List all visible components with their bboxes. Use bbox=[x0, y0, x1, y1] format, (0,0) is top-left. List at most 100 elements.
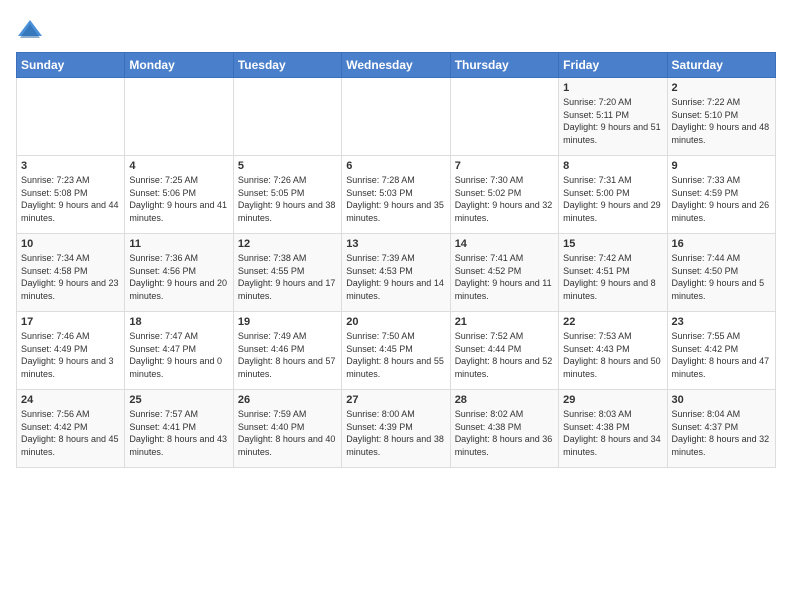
day-number: 30 bbox=[672, 394, 771, 406]
header-sunday: Sunday bbox=[17, 53, 125, 78]
day-number: 16 bbox=[672, 238, 771, 250]
week-row-1: 1Sunrise: 7:20 AM Sunset: 5:11 PM Daylig… bbox=[17, 78, 776, 156]
day-number: 19 bbox=[238, 316, 337, 328]
day-info: Sunrise: 7:31 AM Sunset: 5:00 PM Dayligh… bbox=[563, 174, 662, 224]
day-number: 25 bbox=[129, 394, 228, 406]
logo bbox=[16, 16, 48, 44]
logo-icon bbox=[16, 16, 44, 44]
day-info: Sunrise: 7:53 AM Sunset: 4:43 PM Dayligh… bbox=[563, 330, 662, 380]
day-number: 18 bbox=[129, 316, 228, 328]
day-info: Sunrise: 7:41 AM Sunset: 4:52 PM Dayligh… bbox=[455, 252, 554, 302]
day-cell: 26 Sunrise: 7:59 AM Sunset: 4:40 PM Dayli… bbox=[233, 390, 341, 468]
day-info: Sunrise: 7:30 AM Sunset: 5:02 PM Dayligh… bbox=[455, 174, 554, 224]
day-number: 6 bbox=[346, 160, 445, 172]
day-number: 3 bbox=[21, 160, 120, 172]
day-info: Sunrise: 7:55 AM Sunset: 4:42 PM Dayligh… bbox=[672, 330, 771, 380]
week-row-4: 17 Sunrise: 7:46 AM Sunset: 4:49 PM Dayli… bbox=[17, 312, 776, 390]
header-monday: Monday bbox=[125, 53, 233, 78]
day-number: 28 bbox=[455, 394, 554, 406]
day-cell: 15 Sunrise: 7:42 AM Sunset: 4:51 PM Dayli… bbox=[559, 234, 667, 312]
day-number: 10 bbox=[21, 238, 120, 250]
day-number: 5 bbox=[238, 160, 337, 172]
day-cell: 25 Sunrise: 7:57 AM Sunset: 4:41 PM Dayli… bbox=[125, 390, 233, 468]
day-cell: 12Sunrise: 7:38 AM Sunset: 4:55 PM Dayli… bbox=[233, 234, 341, 312]
day-info: Sunrise: 7:50 AM Sunset: 4:45 PM Dayligh… bbox=[346, 330, 445, 380]
day-number: 15 bbox=[563, 238, 662, 250]
day-cell: 5Sunrise: 7:26 AM Sunset: 5:05 PM Daylig… bbox=[233, 156, 341, 234]
day-number: 2 bbox=[672, 82, 771, 94]
day-number: 24 bbox=[21, 394, 120, 406]
day-info: Sunrise: 7:59 AM Sunset: 4:40 PM Dayligh… bbox=[238, 408, 337, 458]
day-number: 8 bbox=[563, 160, 662, 172]
day-cell bbox=[125, 78, 233, 156]
day-info: Sunrise: 7:47 AM Sunset: 4:47 PM Dayligh… bbox=[129, 330, 228, 380]
day-cell: 1Sunrise: 7:20 AM Sunset: 5:11 PM Daylig… bbox=[559, 78, 667, 156]
day-info: Sunrise: 7:23 AM Sunset: 5:08 PM Dayligh… bbox=[21, 174, 120, 224]
day-cell: 16 Sunrise: 7:44 AM Sunset: 4:50 PM Dayli… bbox=[667, 234, 775, 312]
day-cell bbox=[233, 78, 341, 156]
header-wednesday: Wednesday bbox=[342, 53, 450, 78]
day-cell: 20 Sunrise: 7:50 AM Sunset: 4:45 PM Dayli… bbox=[342, 312, 450, 390]
day-info: Sunrise: 7:28 AM Sunset: 5:03 PM Dayligh… bbox=[346, 174, 445, 224]
day-info: Sunrise: 7:57 AM Sunset: 4:41 PM Dayligh… bbox=[129, 408, 228, 458]
day-info: Sunrise: 7:49 AM Sunset: 4:46 PM Dayligh… bbox=[238, 330, 337, 380]
day-number: 7 bbox=[455, 160, 554, 172]
day-info: Sunrise: 8:03 AM Sunset: 4:38 PM Dayligh… bbox=[563, 408, 662, 458]
header-friday: Friday bbox=[559, 53, 667, 78]
day-info: Sunrise: 7:52 AM Sunset: 4:44 PM Dayligh… bbox=[455, 330, 554, 380]
calendar-container: SundayMondayTuesdayWednesdayThursdayFrid… bbox=[0, 0, 792, 476]
day-cell: 8 Sunrise: 7:31 AM Sunset: 5:00 PM Daylig… bbox=[559, 156, 667, 234]
day-number: 13 bbox=[346, 238, 445, 250]
day-info: Sunrise: 8:04 AM Sunset: 4:37 PM Dayligh… bbox=[672, 408, 771, 458]
day-number: 12 bbox=[238, 238, 337, 250]
day-info: Sunrise: 7:25 AM Sunset: 5:06 PM Dayligh… bbox=[129, 174, 228, 224]
header bbox=[16, 16, 776, 44]
day-info: Sunrise: 7:22 AM Sunset: 5:10 PM Dayligh… bbox=[672, 96, 771, 146]
day-number: 11 bbox=[129, 238, 228, 250]
day-info: Sunrise: 8:02 AM Sunset: 4:38 PM Dayligh… bbox=[455, 408, 554, 458]
day-number: 26 bbox=[238, 394, 337, 406]
day-number: 21 bbox=[455, 316, 554, 328]
day-cell: 14 Sunrise: 7:41 AM Sunset: 4:52 PM Dayli… bbox=[450, 234, 558, 312]
day-cell bbox=[450, 78, 558, 156]
day-info: Sunrise: 7:56 AM Sunset: 4:42 PM Dayligh… bbox=[21, 408, 120, 458]
day-info: Sunrise: 7:39 AM Sunset: 4:53 PM Dayligh… bbox=[346, 252, 445, 302]
day-info: Sunrise: 7:46 AM Sunset: 4:49 PM Dayligh… bbox=[21, 330, 120, 380]
day-cell bbox=[17, 78, 125, 156]
day-cell: 7 Sunrise: 7:30 AM Sunset: 5:02 PM Daylig… bbox=[450, 156, 558, 234]
day-info: Sunrise: 8:00 AM Sunset: 4:39 PM Dayligh… bbox=[346, 408, 445, 458]
day-cell: 27Sunrise: 8:00 AM Sunset: 4:39 PM Dayli… bbox=[342, 390, 450, 468]
day-info: Sunrise: 7:44 AM Sunset: 4:50 PM Dayligh… bbox=[672, 252, 771, 302]
day-number: 17 bbox=[21, 316, 120, 328]
day-cell: 9 Sunrise: 7:33 AM Sunset: 4:59 PM Daylig… bbox=[667, 156, 775, 234]
day-number: 14 bbox=[455, 238, 554, 250]
header-saturday: Saturday bbox=[667, 53, 775, 78]
calendar-table: SundayMondayTuesdayWednesdayThursdayFrid… bbox=[16, 52, 776, 468]
week-row-5: 24 Sunrise: 7:56 AM Sunset: 4:42 PM Dayli… bbox=[17, 390, 776, 468]
day-info: Sunrise: 7:20 AM Sunset: 5:11 PM Dayligh… bbox=[563, 96, 662, 146]
day-info: Sunrise: 7:42 AM Sunset: 4:51 PM Dayligh… bbox=[563, 252, 662, 302]
day-cell: 17 Sunrise: 7:46 AM Sunset: 4:49 PM Dayli… bbox=[17, 312, 125, 390]
day-cell: 29 Sunrise: 8:03 AM Sunset: 4:38 PM Dayli… bbox=[559, 390, 667, 468]
day-number: 23 bbox=[672, 316, 771, 328]
day-info: Sunrise: 7:34 AM Sunset: 4:58 PM Dayligh… bbox=[21, 252, 120, 302]
day-cell: 24 Sunrise: 7:56 AM Sunset: 4:42 PM Dayli… bbox=[17, 390, 125, 468]
day-cell: 13 Sunrise: 7:39 AM Sunset: 4:53 PM Dayli… bbox=[342, 234, 450, 312]
day-cell: 23 Sunrise: 7:55 AM Sunset: 4:42 PM Dayli… bbox=[667, 312, 775, 390]
header-tuesday: Tuesday bbox=[233, 53, 341, 78]
day-info: Sunrise: 7:33 AM Sunset: 4:59 PM Dayligh… bbox=[672, 174, 771, 224]
day-cell: 4 Sunrise: 7:25 AM Sunset: 5:06 PM Daylig… bbox=[125, 156, 233, 234]
calendar-header-row: SundayMondayTuesdayWednesdayThursdayFrid… bbox=[17, 53, 776, 78]
day-cell: 3 Sunrise: 7:23 AM Sunset: 5:08 PM Daylig… bbox=[17, 156, 125, 234]
day-cell: 18 Sunrise: 7:47 AM Sunset: 4:47 PM Dayli… bbox=[125, 312, 233, 390]
day-cell: 30 Sunrise: 8:04 AM Sunset: 4:37 PM Dayli… bbox=[667, 390, 775, 468]
day-cell: 10 Sunrise: 7:34 AM Sunset: 4:58 PM Dayli… bbox=[17, 234, 125, 312]
week-row-3: 10 Sunrise: 7:34 AM Sunset: 4:58 PM Dayli… bbox=[17, 234, 776, 312]
header-thursday: Thursday bbox=[450, 53, 558, 78]
day-number: 29 bbox=[563, 394, 662, 406]
day-cell: 21 Sunrise: 7:52 AM Sunset: 4:44 PM Dayli… bbox=[450, 312, 558, 390]
day-number: 9 bbox=[672, 160, 771, 172]
day-number: 4 bbox=[129, 160, 228, 172]
day-cell bbox=[342, 78, 450, 156]
day-number: 20 bbox=[346, 316, 445, 328]
